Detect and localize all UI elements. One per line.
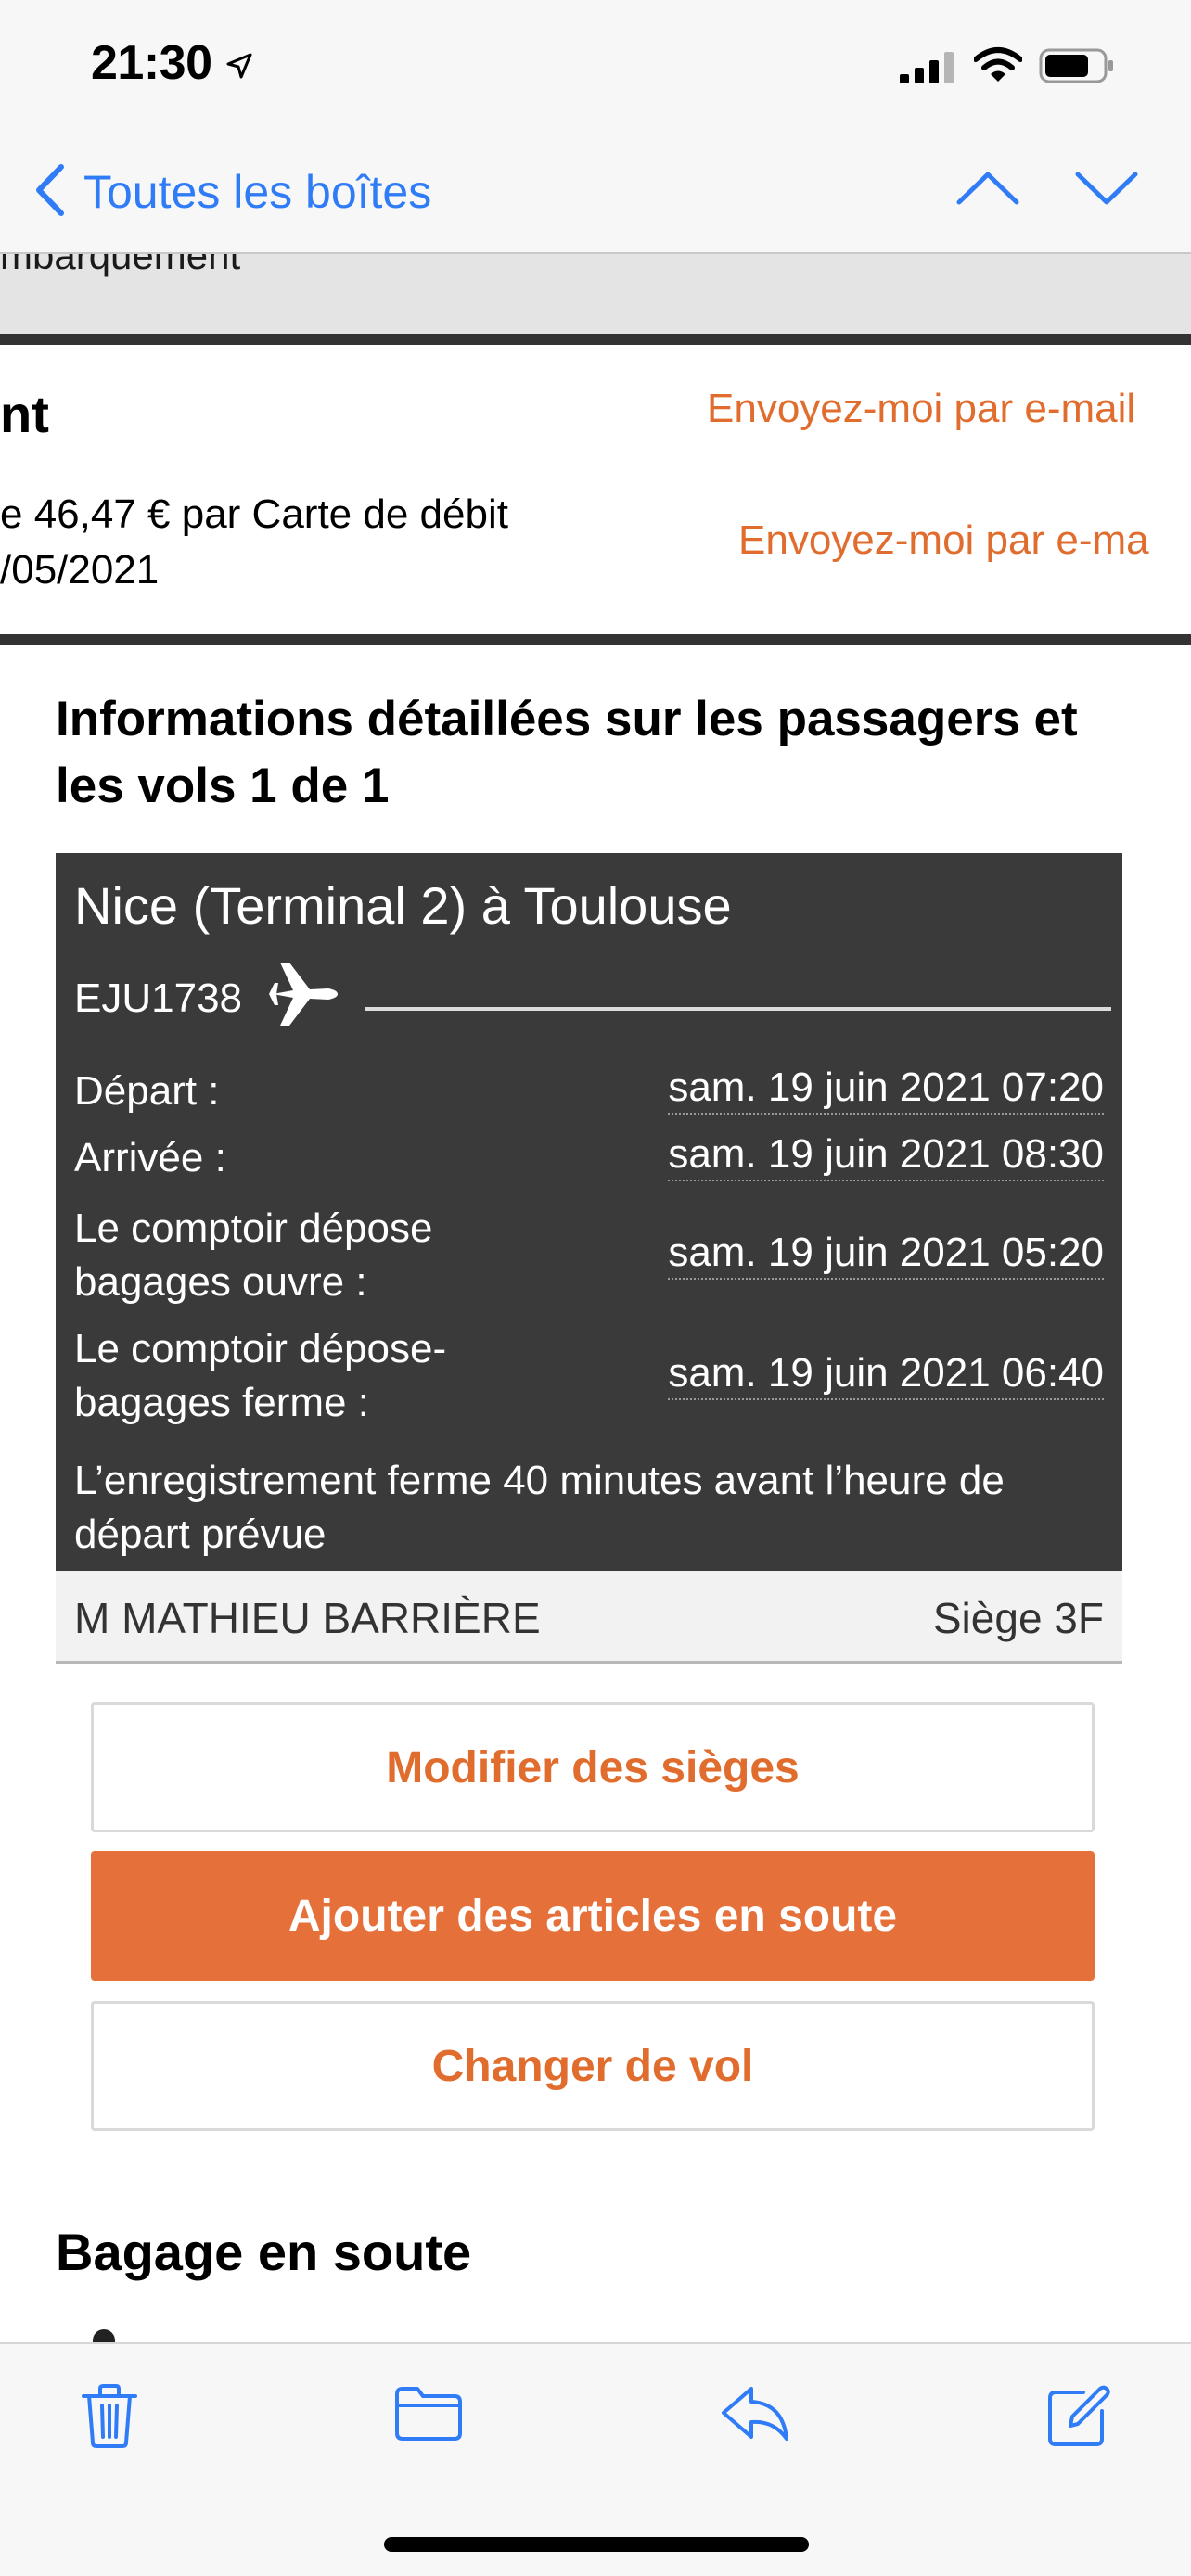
departure-row: Départ : sam. 19 juin 2021 07:20: [74, 1065, 1104, 1118]
airplane-icon: [265, 957, 339, 1036]
bag-drop-close-label: Le comptoir dépose-bagages ferme :: [74, 1326, 447, 1425]
status-time: 21:30: [91, 36, 212, 90]
reply-icon[interactable]: [720, 2383, 790, 2449]
hold-baggage-heading: Bagage en soute: [56, 2223, 472, 2281]
home-indicator[interactable]: [384, 2537, 809, 2552]
passenger-row: M MATHIEU BARRIÈRE Siège 3F: [56, 1571, 1122, 1664]
status-bar: 21:30: [0, 0, 1191, 130]
flight-card: Nice (Terminal 2) à Toulouse EJU1738 Dép…: [56, 853, 1122, 1571]
arrival-row: Arrivée : sam. 19 juin 2021 08:30: [74, 1131, 1104, 1185]
back-to-mailboxes-button[interactable]: Toutes les boîtes: [33, 159, 431, 224]
payment-title: nt: [0, 385, 49, 443]
wifi-icon: [973, 46, 1023, 88]
chevron-down-icon[interactable]: [1074, 165, 1139, 216]
departure-time[interactable]: sam. 19 juin 2021 07:20: [668, 1065, 1104, 1115]
departure-label: Départ :: [74, 1068, 220, 1114]
email-me-link-2[interactable]: Envoyez-moi par e-ma: [738, 517, 1149, 564]
divider: [0, 634, 1191, 645]
flight-number: EJU1738: [74, 976, 243, 1021]
add-hold-items-button[interactable]: Ajouter des articles en soute: [91, 1851, 1095, 1981]
bag-drop-close-time[interactable]: sam. 19 juin 2021 06:40: [668, 1350, 1104, 1400]
bag-drop-close-row: Le comptoir dépose-bagages ferme : sam. …: [74, 1322, 1104, 1430]
email-me-link[interactable]: Envoyez-moi par e-mail: [707, 386, 1135, 432]
battery-icon: [1039, 48, 1115, 88]
arrival-time[interactable]: sam. 19 juin 2021 08:30: [668, 1131, 1104, 1181]
bag-drop-open-time[interactable]: sam. 19 juin 2021 05:20: [668, 1230, 1104, 1280]
chevron-left-icon: [33, 163, 65, 222]
bag-drop-open-label: Le comptoir dépose bagages ouvre :: [74, 1205, 433, 1305]
compose-icon[interactable]: [1046, 2383, 1111, 2453]
location-arrow-icon: [225, 52, 253, 84]
mail-nav-bar: Toutes les boîtes: [0, 130, 1191, 254]
baggage-icon: [93, 2329, 115, 2342]
flight-route: Nice (Terminal 2) à Toulouse: [74, 876, 732, 935]
change-flight-button[interactable]: Changer de vol: [91, 2001, 1095, 2131]
divider: [0, 334, 1191, 345]
checkin-note: L’enregistrement ferme 40 minutes avant …: [74, 1458, 1005, 1557]
arrival-label: Arrivée :: [74, 1135, 226, 1180]
cellular-signal-icon: [900, 52, 957, 88]
boarding-header-band: mbarquement: [0, 254, 1191, 334]
passenger-flight-details-heading: Informations détaillées sur les passager…: [56, 692, 1078, 813]
bag-drop-open-row: Le comptoir dépose bagages ouvre : sam. …: [74, 1202, 1104, 1309]
chevron-up-icon[interactable]: [955, 165, 1020, 216]
trash-icon[interactable]: [80, 2383, 139, 2455]
folder-icon[interactable]: [393, 2383, 464, 2447]
boarding-header-text: mbarquement: [0, 254, 241, 277]
email-body: mbarquement nt Envoyez-moi par e-mail e …: [0, 254, 1191, 2342]
modify-seats-button[interactable]: Modifier des sièges: [91, 1702, 1095, 1832]
seat-number: Siège 3F: [932, 1594, 1104, 1642]
flight-path-line: [365, 1007, 1111, 1011]
back-label: Toutes les boîtes: [83, 166, 432, 218]
passenger-name: M MATHIEU BARRIÈRE: [74, 1594, 541, 1642]
payment-amount-text: e 46,47 € par Carte de débit: [0, 491, 508, 537]
payment-date-text: /05/2021: [0, 547, 160, 593]
